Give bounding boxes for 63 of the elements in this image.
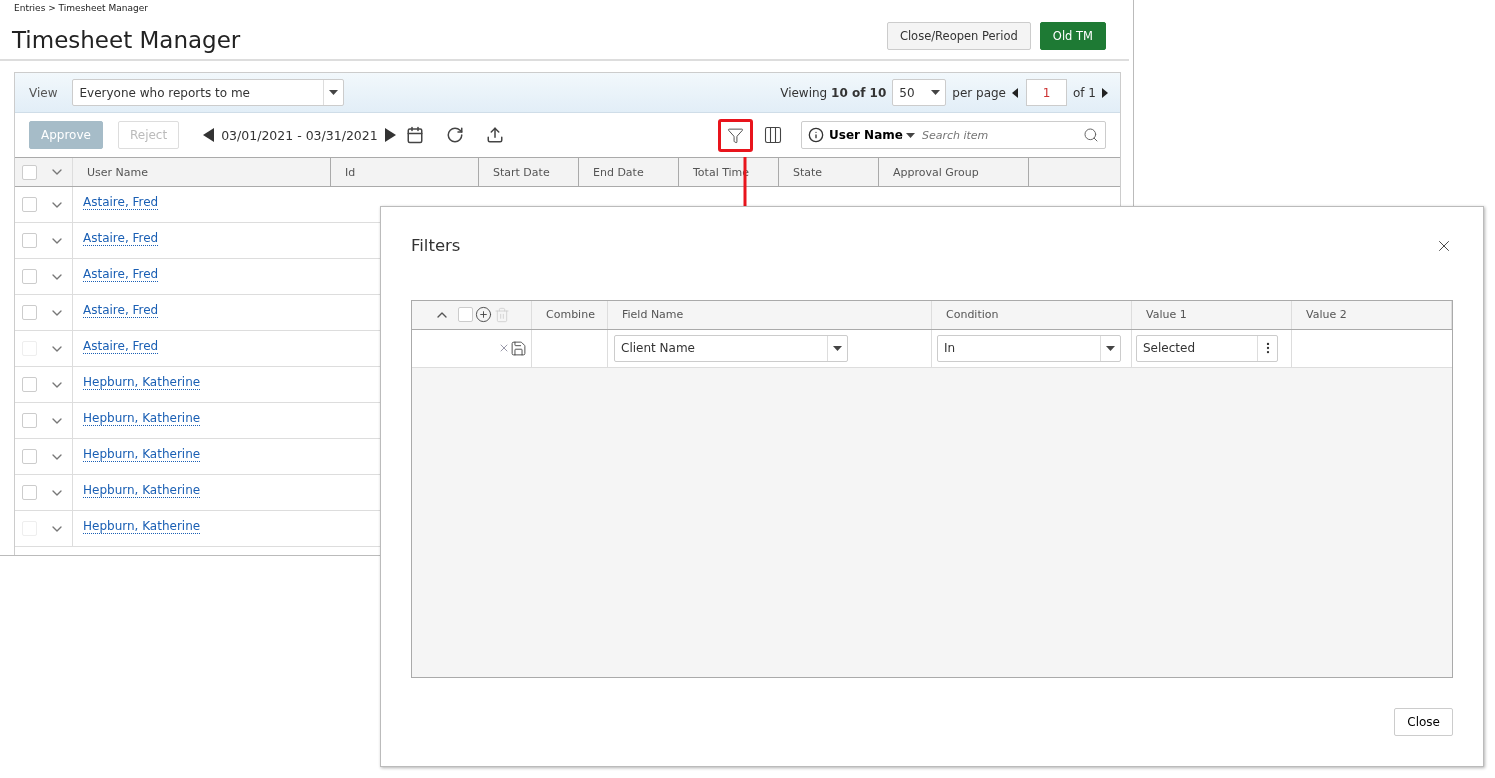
filter-icon[interactable]	[718, 118, 753, 152]
search-field[interactable]: User Name Search item	[801, 121, 1106, 149]
breadcrumb: Entries > Timesheet Manager	[13, 2, 149, 13]
column-header: Value 1	[1132, 300, 1292, 329]
add-icon[interactable]	[474, 306, 492, 324]
user-name-link[interactable]: Hepburn, Katherine	[83, 411, 201, 427]
column-header[interactable]: User Name	[73, 158, 331, 186]
user-name-link[interactable]: Astaire, Fred	[83, 195, 159, 211]
row-checkbox[interactable]	[22, 197, 37, 212]
previous-page-icon[interactable]	[1012, 87, 1018, 98]
caret-icon	[329, 90, 339, 95]
column-header: Combine	[532, 300, 608, 329]
page-count: of 1	[1073, 85, 1096, 100]
next-period-icon[interactable]	[383, 128, 396, 142]
user-name-link[interactable]: Hepburn, Katherine	[83, 519, 201, 535]
row-checkbox[interactable]	[22, 377, 37, 392]
caret-icon	[833, 345, 842, 351]
column-header: Field Name	[608, 300, 932, 329]
select-all-checkbox[interactable]	[457, 307, 473, 323]
user-name-link[interactable]: Hepburn, Katherine	[83, 483, 201, 499]
next-page-icon[interactable]	[1102, 87, 1108, 98]
user-name-link[interactable]: Astaire, Fred	[83, 231, 159, 247]
field-name-dropdown[interactable]: Client Name	[614, 334, 848, 362]
caret-icon	[930, 90, 940, 95]
page-input[interactable]: 1	[1026, 79, 1067, 106]
value-field[interactable]: Selected	[1136, 334, 1278, 362]
user-name-link[interactable]: Astaire, Fred	[83, 303, 159, 319]
user-name-link[interactable]: Astaire, Fred	[83, 339, 159, 355]
caret-icon	[1106, 345, 1115, 351]
caret-icon	[905, 132, 915, 138]
per-page-dropdown[interactable]: 50	[892, 79, 947, 106]
column-header[interactable]: Start Date	[479, 158, 579, 186]
view-dropdown[interactable]: Everyone who reports to me	[72, 79, 345, 106]
close-reopen-button[interactable]: Close/Reopen Period	[886, 22, 1031, 50]
select-all-checkbox[interactable]	[22, 164, 37, 180]
column-header: Condition	[932, 300, 1132, 329]
view-label: View	[29, 85, 58, 100]
column-header[interactable]: State	[779, 158, 879, 186]
dialog-title: Filters	[411, 236, 461, 256]
row-checkbox[interactable]	[22, 485, 37, 500]
user-name-link[interactable]: Hepburn, Katherine	[83, 447, 201, 463]
condition-dropdown[interactable]: In	[937, 334, 1121, 362]
search-icon[interactable]	[1083, 127, 1099, 143]
old-tm-button[interactable]: Old TM	[1039, 22, 1106, 50]
column-header[interactable]: Id	[331, 158, 479, 186]
user-name-link[interactable]: Astaire, Fred	[83, 267, 159, 283]
row-checkbox[interactable]	[22, 449, 37, 464]
column-header[interactable]: End Date	[579, 158, 679, 186]
page-title: Timesheet Manager	[12, 27, 241, 53]
user-name-link[interactable]: Hepburn, Katherine	[83, 375, 201, 391]
column-header: Value 2	[1292, 300, 1452, 329]
save-icon[interactable]	[510, 339, 527, 357]
close-button[interactable]: Close	[1394, 708, 1453, 736]
info-icon[interactable]	[808, 127, 824, 143]
column-header[interactable]: Approval Group	[879, 158, 1029, 186]
viewing-count: Viewing 10 of 10	[780, 85, 887, 100]
row-checkbox[interactable]	[22, 269, 37, 284]
date-range: 03/01/2021 - 03/31/2021	[221, 127, 378, 143]
row-checkbox[interactable]	[22, 305, 37, 320]
row-checkbox[interactable]	[22, 413, 37, 428]
row-checkbox[interactable]	[22, 233, 37, 248]
previous-period-icon[interactable]	[203, 128, 216, 142]
per-page-label: per page	[952, 85, 1006, 100]
